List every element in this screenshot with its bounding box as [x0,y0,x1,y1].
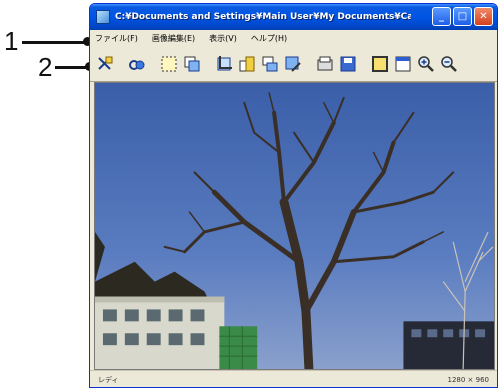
zoom-in-icon[interactable] [416,54,436,74]
image-viewport[interactable] [94,82,495,370]
window-controls: _ □ ✕ [432,7,493,26]
toolbar-separator [306,54,312,74]
toolbar-separator [205,54,211,74]
callout-line-1 [22,41,86,44]
toolbar-separator [361,54,367,74]
select-icon[interactable] [159,54,179,74]
callout-number-1: 1 [4,26,19,56]
rotate-icon[interactable] [260,54,280,74]
link-icon[interactable] [127,54,147,74]
window-title: C:¥Documents and Settings¥Main User¥My D… [115,12,411,22]
crop-icon[interactable] [214,54,234,74]
toolbar-separator [118,54,124,74]
toolbar-separator [150,54,156,74]
copy-icon[interactable] [182,54,202,74]
print-icon[interactable] [315,54,335,74]
fit-window-icon[interactable] [370,54,390,74]
close-button[interactable]: ✕ [474,7,493,26]
displayed-photo [95,83,494,369]
app-window: C:¥Documents and Settings¥Main User¥My D… [89,3,498,388]
minimize-button[interactable]: _ [432,7,451,26]
save-icon[interactable] [338,54,358,74]
title-bar[interactable]: C:¥Documents and Settings¥Main User¥My D… [90,4,497,30]
app-icon[interactable] [96,10,110,24]
resize-icon[interactable] [237,54,257,74]
actual-size-icon[interactable] [393,54,413,74]
status-bar: レディ 1280 × 960 [90,370,497,387]
edit-icon[interactable] [283,54,303,74]
menu-view[interactable]: 表示(V) [209,33,237,44]
maximize-button[interactable]: □ [453,7,472,26]
status-text: レディ [98,376,119,384]
image-dimensions: 1280 × 960 [447,376,490,384]
toolbar [90,46,497,82]
menu-help[interactable]: ヘルプ(H) [251,33,287,44]
callout-number-2: 2 [38,52,53,82]
callout-line-2 [55,66,87,69]
menu-bar: ファイル(F) 画像編集(E) 表示(V) ヘルプ(H) [90,30,497,46]
capture-icon[interactable] [95,54,115,74]
menu-image-edit[interactable]: 画像編集(E) [152,33,195,44]
zoom-out-icon[interactable] [439,54,459,74]
menu-file[interactable]: ファイル(F) [95,33,138,44]
